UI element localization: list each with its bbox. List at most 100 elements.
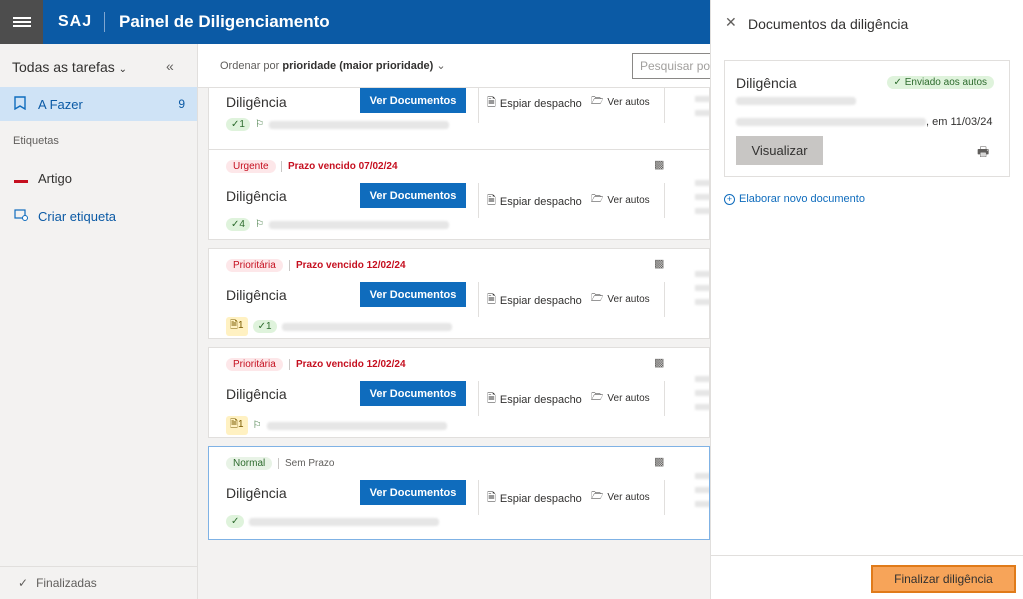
- folder-icon: 🗁: [591, 194, 604, 205]
- view-case-label: Ver autos: [607, 294, 650, 305]
- header-divider: [104, 12, 105, 32]
- peek-label: Espiar despacho: [499, 195, 582, 208]
- task-meta: ✓: [226, 515, 440, 528]
- sidebar-item-finalizadas[interactable]: ✓ Finalizadas: [0, 566, 197, 599]
- task-card[interactable]: Urgente Prazo vencido 07/02/24 ▩ Diligên…: [208, 149, 710, 240]
- deadline-label: Sem Prazo: [278, 458, 334, 469]
- peek-dispatch-link[interactable]: 🗎 Espiar despacho: [487, 489, 582, 508]
- peek-icon: 🗎: [487, 294, 496, 306]
- task-title: Diligência: [226, 188, 287, 204]
- view-document-button[interactable]: Visualizar: [736, 136, 823, 165]
- sidebar: Todas as tarefas ⌄ « A Fazer 9 Etiquetas…: [0, 44, 198, 599]
- sort-dropdown[interactable]: Ordenar por prioridade (maior prioridade…: [220, 59, 446, 72]
- redacted-text: [268, 220, 449, 229]
- priority-badge: Prioritária: [226, 358, 283, 371]
- deadline-label: Prazo vencido 12/02/24: [289, 260, 406, 271]
- redacted-text: [736, 118, 926, 127]
- view-case-link[interactable]: 🗁 Ver autos: [591, 390, 650, 407]
- status-badge: ✓ Enviado aos autos: [886, 76, 994, 89]
- adjacent-column-preview: [695, 88, 709, 148]
- redacted-text: [268, 120, 449, 129]
- sidebar-item-a-fazer[interactable]: A Fazer 9: [0, 87, 197, 121]
- peek-dispatch-link[interactable]: 🗎 Espiar despacho: [487, 192, 582, 211]
- divider: [664, 183, 665, 218]
- card-options-icon[interactable]: ▩: [654, 257, 664, 270]
- chevron-down-icon: ⌄: [118, 64, 128, 75]
- sidebar-item-label: Finalizadas: [36, 576, 97, 590]
- sidebar-item-label: Criar etiqueta: [38, 208, 117, 224]
- app-logo[interactable]: SAJ: [58, 13, 92, 31]
- deadline-label: Prazo vencido 07/02/24: [281, 161, 398, 172]
- finalize-button[interactable]: Finalizar diligência: [871, 565, 1016, 593]
- view-documents-button[interactable]: Ver Documentos: [360, 88, 466, 113]
- view-case-label: Ver autos: [607, 492, 650, 503]
- search-input[interactable]: Pesquisar por: [632, 53, 722, 79]
- panel-title: Documentos da diligência: [748, 16, 909, 32]
- task-count-badge: 9: [178, 97, 185, 111]
- view-case-label: Ver autos: [607, 195, 650, 206]
- task-meta: 🗎1 ✓1: [226, 317, 452, 336]
- view-case-link[interactable]: 🗁 Ver autos: [591, 489, 650, 506]
- task-card[interactable]: Prioritária Prazo vencido 12/02/24 ▩ Dil…: [208, 248, 710, 339]
- peek-label: Espiar despacho: [499, 492, 582, 505]
- document-author-date: , em 11/03/24: [736, 116, 992, 128]
- document-count-badge: 🗎1: [226, 416, 248, 435]
- page-title: Painel de Diligenciamento: [119, 12, 330, 31]
- task-title: Diligência: [226, 485, 287, 501]
- peek-dispatch-link[interactable]: 🗎 Espiar despacho: [487, 94, 582, 113]
- hamburger-menu-icon[interactable]: [0, 0, 43, 44]
- divider: [664, 282, 665, 317]
- task-filter-label: Todas as tarefas: [12, 59, 115, 75]
- flag-icon: ⚐: [254, 219, 264, 230]
- redacted-text: [736, 97, 856, 105]
- sort-prefix: Ordenar por: [220, 60, 280, 72]
- redacted-text: [266, 421, 447, 430]
- divider: [664, 88, 665, 123]
- card-options-icon[interactable]: ▩: [654, 455, 664, 468]
- priority-badge: Urgente: [226, 160, 276, 173]
- check-count-badge: ✓1: [252, 320, 277, 333]
- view-case-link[interactable]: 🗁 Ver autos: [591, 192, 650, 209]
- folder-icon: 🗁: [591, 96, 604, 107]
- labels-heading: Etiquetas: [13, 135, 59, 147]
- redacted-text: [281, 322, 452, 331]
- create-document-link[interactable]: + Elaborar novo documento: [724, 193, 865, 205]
- task-card-selected[interactable]: Normal Sem Prazo ▩ Diligência Ver Docume…: [208, 446, 710, 540]
- task-card[interactable]: Prioritária Prazo vencido 12/02/24 ▩ Dil…: [208, 347, 710, 438]
- view-case-link[interactable]: 🗁 Ver autos: [591, 291, 650, 308]
- close-icon[interactable]: ✕: [725, 14, 737, 31]
- view-documents-button[interactable]: Ver Documentos: [360, 381, 466, 406]
- panel-footer: Finalizar diligência: [711, 555, 1023, 599]
- task-meta: ✓4 ⚐: [226, 218, 449, 231]
- check-count-badge: ✓1: [226, 118, 250, 131]
- collapse-sidebar-icon[interactable]: «: [166, 58, 174, 74]
- divider: [478, 183, 479, 218]
- peek-label: Espiar despacho: [499, 97, 582, 110]
- task-title: Diligência: [226, 94, 287, 110]
- adjacent-column-preview: [695, 465, 709, 525]
- divider: [478, 480, 479, 515]
- card-options-icon[interactable]: ▩: [654, 356, 664, 369]
- divider: [664, 381, 665, 416]
- print-icon[interactable]: 🖶: [977, 143, 989, 165]
- view-case-label: Ver autos: [607, 97, 650, 108]
- view-documents-button[interactable]: Ver Documentos: [360, 183, 466, 208]
- folder-icon: 🗁: [591, 392, 604, 403]
- view-case-link[interactable]: 🗁 Ver autos: [591, 94, 650, 111]
- add-label-icon: [0, 208, 38, 224]
- redacted-text: [249, 517, 440, 526]
- add-circle-icon: +: [724, 193, 735, 205]
- task-meta: 🗎1 ⚐: [226, 416, 447, 435]
- peek-dispatch-link[interactable]: 🗎 Espiar despacho: [487, 291, 582, 310]
- label-color-icon: [0, 171, 38, 186]
- task-filter-dropdown[interactable]: Todas as tarefas ⌄: [12, 59, 127, 75]
- view-documents-button[interactable]: Ver Documentos: [360, 282, 466, 307]
- sidebar-item-artigo[interactable]: Artigo: [0, 161, 197, 195]
- view-documents-button[interactable]: Ver Documentos: [360, 480, 466, 505]
- card-options-icon[interactable]: ▩: [654, 158, 664, 171]
- document-count-badge: 🗎1: [226, 317, 248, 336]
- deadline-label: Prazo vencido 12/02/24: [289, 359, 406, 370]
- sidebar-item-criar-etiqueta[interactable]: Criar etiqueta: [0, 199, 197, 233]
- divider: [664, 480, 665, 515]
- peek-dispatch-link[interactable]: 🗎 Espiar despacho: [487, 390, 582, 409]
